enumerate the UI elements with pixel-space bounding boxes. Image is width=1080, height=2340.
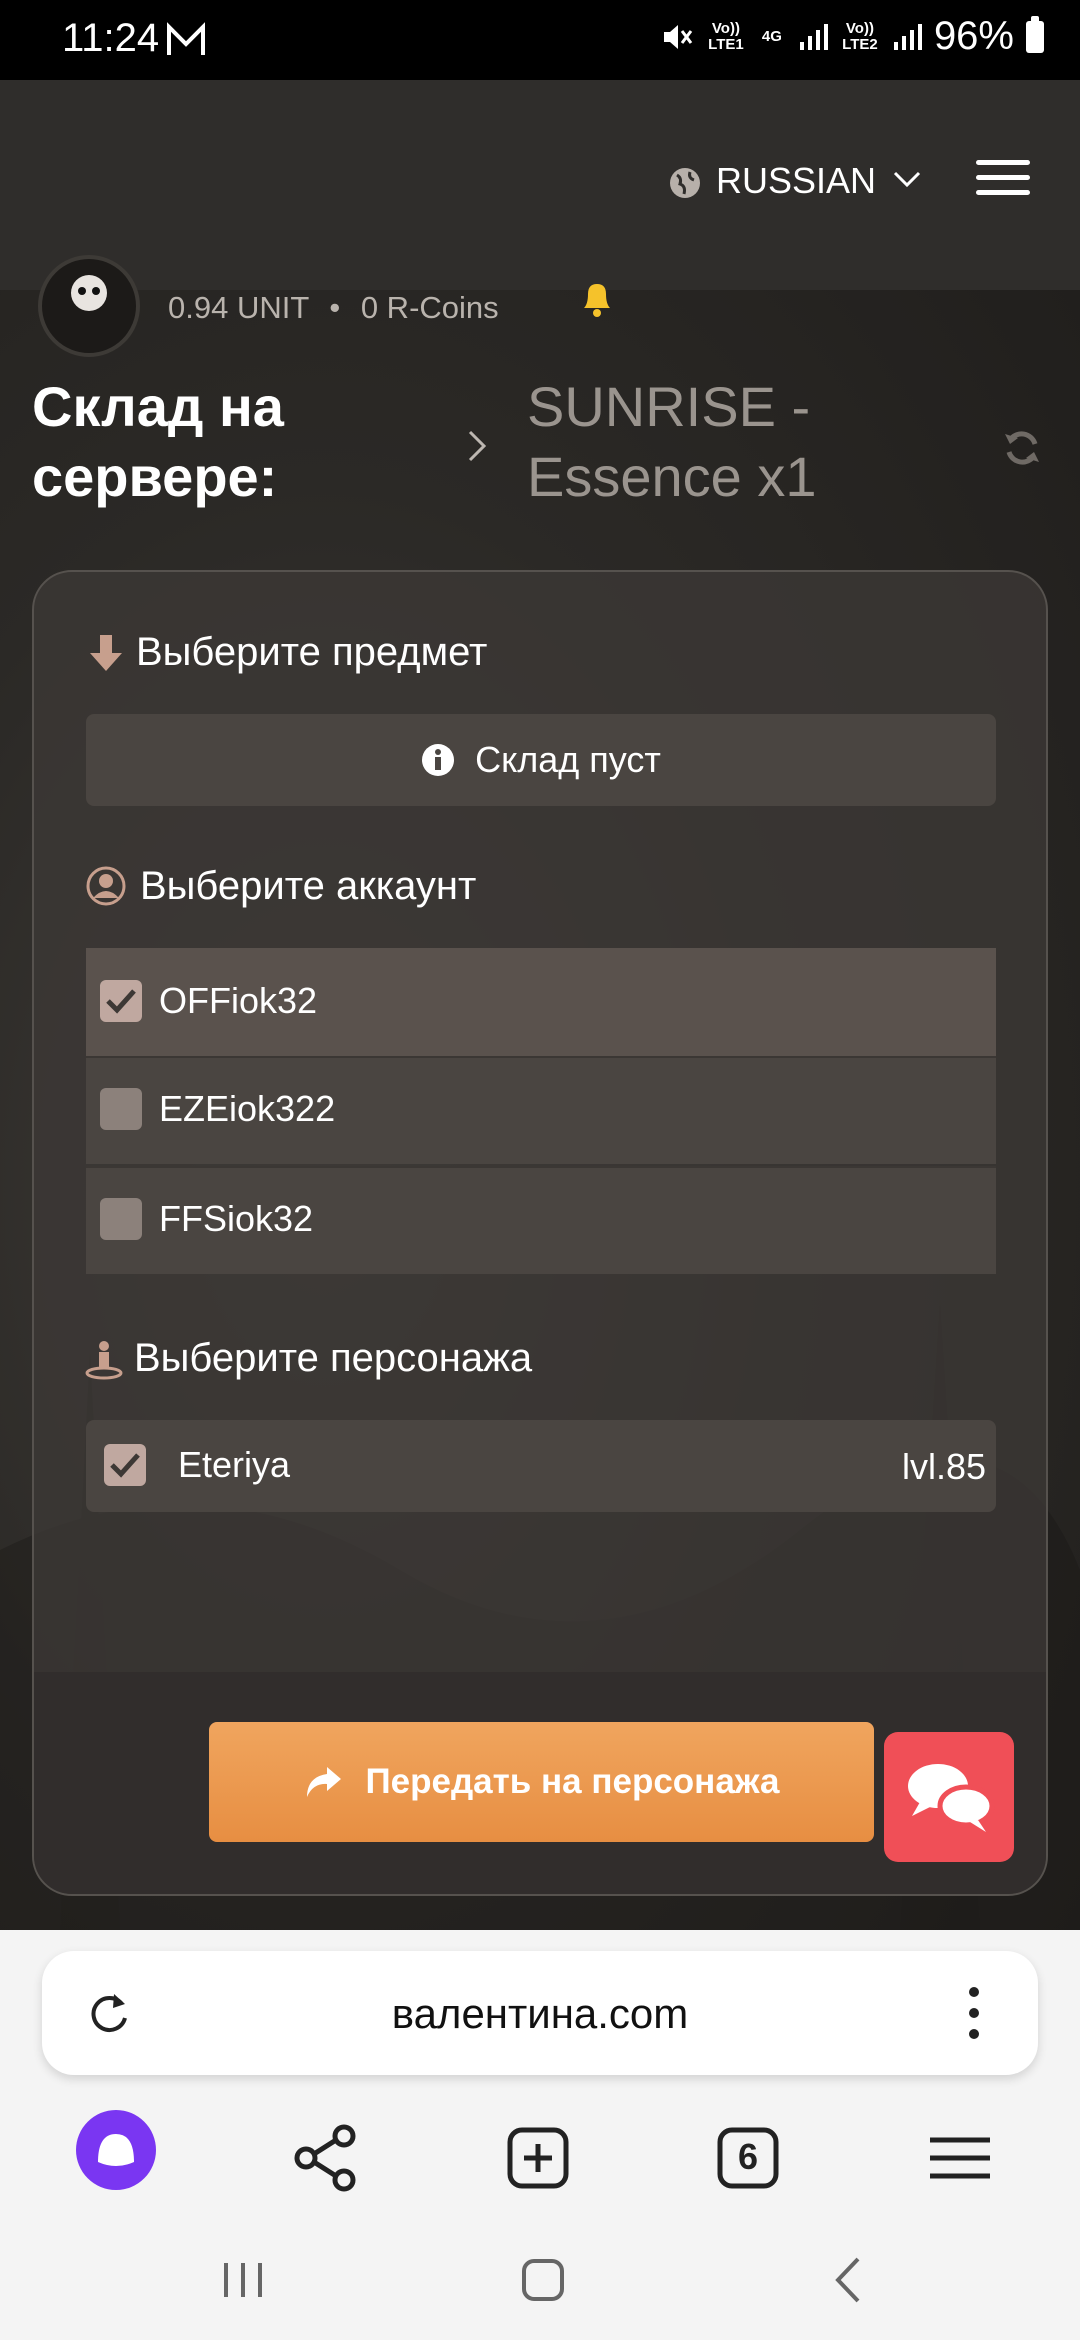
character-level: lvl.85	[901, 1446, 986, 1487]
more-options-icon[interactable]	[964, 1984, 984, 2042]
alice-icon	[98, 2134, 134, 2166]
recent-apps-icon[interactable]	[218, 2255, 268, 2305]
check-icon	[110, 1453, 140, 1478]
menu-button[interactable]	[976, 160, 1030, 196]
signal-icon	[893, 23, 922, 50]
character-checkbox[interactable]	[104, 1444, 146, 1486]
signal-icon	[799, 23, 828, 50]
tabs-count: 6	[737, 2136, 759, 2177]
balance-unit: 0.94 UNIT	[168, 290, 309, 325]
network-type: 4G	[761, 27, 782, 45]
transfer-button-label: Передать на персонажа	[365, 1762, 780, 1801]
status-bar: 11:24 Vo)) LTE1 4G Vo)) LTE2 96%	[0, 0, 1080, 80]
alice-assistant-button[interactable]	[76, 2110, 156, 2190]
battery-icon	[1026, 15, 1044, 53]
url-text[interactable]: валентина.com	[0, 1990, 1080, 2038]
home-icon[interactable]	[518, 2255, 568, 2305]
account-name: OFFiok32	[159, 980, 318, 1021]
sim1-label: Vo)) LTE1	[708, 19, 744, 53]
transfer-to-character-button[interactable]: Передать на персонажа	[209, 1722, 874, 1842]
account-name: FFSiok32	[159, 1198, 314, 1239]
user-circle-icon	[86, 866, 126, 906]
page-title: Склад на сервере:	[32, 375, 284, 508]
new-tab-icon[interactable]	[498, 2118, 578, 2198]
sim2-label: Vo)) LTE2	[842, 19, 878, 53]
server-name[interactable]: SUNRISE - Essence x1	[527, 372, 927, 512]
empty-warehouse-notice: Склад пуст	[86, 714, 996, 806]
character-section-label: Выберите персонажа	[134, 1336, 533, 1380]
mail-icon	[167, 22, 205, 55]
chat-bubbles-icon	[908, 1764, 995, 1832]
chevron-down-icon[interactable]	[892, 168, 922, 190]
share-icon[interactable]	[286, 2118, 366, 2198]
globe-icon[interactable]	[668, 166, 702, 200]
item-section-label: Выберите предмет	[136, 630, 488, 674]
chevron-right-icon	[468, 430, 487, 462]
check-icon	[106, 989, 136, 1014]
mute-icon	[663, 24, 693, 49]
tabs-button[interactable]: 6	[708, 2118, 788, 2198]
info-icon	[422, 744, 455, 776]
status-time: 11:24	[62, 16, 160, 60]
avatar[interactable]	[38, 255, 140, 357]
avatar-image	[71, 265, 107, 311]
balance-coins: 0 R-Coins	[360, 290, 499, 325]
account-name: EZEiok322	[159, 1088, 336, 1129]
refresh-icon[interactable]	[1002, 428, 1042, 468]
back-icon[interactable]	[828, 2255, 868, 2305]
browser-menu-icon[interactable]	[920, 2118, 1000, 2198]
battery-percent: 96%	[933, 14, 1014, 58]
character-item[interactable]: Eteriya lvl.85	[86, 1420, 996, 1512]
arrow-down-icon	[90, 635, 122, 671]
language-selector[interactable]: RUSSIAN	[716, 160, 876, 202]
character-icon	[85, 1341, 123, 1380]
account-checkbox[interactable]	[100, 980, 142, 1022]
account-item[interactable]: EZEiok322	[86, 1056, 996, 1164]
bell-icon[interactable]	[578, 282, 616, 318]
share-arrow-icon	[307, 1767, 342, 1797]
chat-button[interactable]	[884, 1732, 1014, 1862]
character-name: Eteriya	[178, 1444, 291, 1485]
empty-warehouse-text: Склад пуст	[475, 739, 661, 780]
balance-separator: •	[329, 290, 341, 325]
account-checkbox[interactable]	[100, 1198, 142, 1240]
account-checkbox[interactable]	[100, 1088, 142, 1130]
account-section-label: Выберите аккаунт	[140, 864, 477, 908]
account-item[interactable]: FFSiok32	[86, 1166, 996, 1274]
account-item[interactable]: OFFiok32	[86, 948, 996, 1056]
